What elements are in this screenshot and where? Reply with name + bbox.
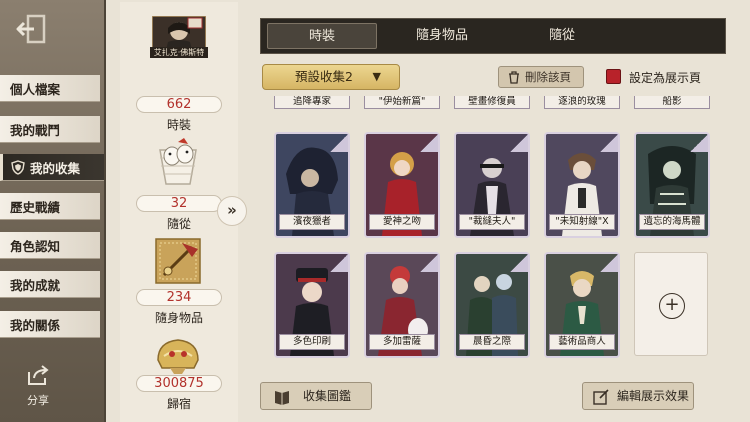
sidebar-item-history[interactable]: 歷史戰績 (0, 193, 100, 220)
book-icon (275, 391, 289, 405)
accessory-count-label: 隨身物品 (154, 311, 203, 325)
edit-showcase-button[interactable]: 編輯展示效果 (582, 382, 694, 410)
card-corner (600, 254, 618, 272)
card-name-partial[interactable]: 壁畫修復員 (454, 96, 530, 109)
card-corner (510, 254, 528, 272)
sidebar-item-relations[interactable]: 我的關係 (0, 311, 100, 338)
costume-card[interactable]: "裁縫夫人" (454, 132, 530, 238)
card-name: "裁縫夫人" (459, 214, 525, 230)
home-count: 300875 (136, 375, 222, 392)
card-corner (420, 134, 438, 152)
card-corner (330, 254, 348, 272)
tab-bar: 時裝 隨身物品 隨從 (260, 18, 726, 54)
collection-gallery-button[interactable]: 收集圖鑑 (260, 382, 372, 410)
shield-icon (11, 159, 25, 175)
sidebar-item-profile[interactable]: 個人檔案 (0, 75, 100, 102)
costume-count: 662 (136, 96, 222, 113)
costume-card[interactable]: 藝術品商人 (544, 252, 620, 358)
trash-icon (509, 71, 519, 84)
sidebar-item-label: 個人檔案 (10, 81, 61, 97)
card-name: 遺忘的海馬體 (639, 214, 705, 230)
costume-grid: 追降專家 "伊始新篇" 壁畫修復員 逐浪的玫瑰 船影 濱夜獵者 愛神之吻 "裁縫… (260, 96, 730, 368)
sidebar-item-label: 我的成就 (10, 277, 61, 293)
card-name-partial[interactable]: 追降專家 (274, 96, 350, 109)
card-name: 愛神之吻 (369, 214, 435, 230)
tab-costumes[interactable]: 時裝 (267, 23, 377, 49)
tab-accessories[interactable]: 隨身物品 (387, 23, 497, 49)
pet-icon (152, 136, 204, 188)
sidebar: 個人檔案 我的戰鬥 我的收集 歷史戰績 角色認知 我的成就 我的關係 分享 (0, 0, 106, 422)
showcase-checkbox[interactable] (606, 69, 621, 84)
share-label: 分享 (27, 394, 49, 407)
card-name-partial[interactable]: 船影 (634, 96, 710, 109)
tab-pets[interactable]: 隨從 (507, 23, 617, 49)
edit-icon (593, 389, 609, 405)
accessory-icon (152, 235, 204, 287)
edit-label: 編輯展示效果 (617, 389, 690, 403)
sidebar-item-label: 我的戰鬥 (10, 122, 61, 138)
card-name: 藝術品商人 (549, 334, 615, 350)
sidebar-item-label: 歷史戰績 (10, 199, 61, 215)
exit-icon[interactable] (14, 12, 50, 48)
sidebar-item-label: 我的收集 (30, 160, 81, 176)
chevron-down-icon: ▼ (372, 70, 381, 83)
card-corner (420, 254, 438, 272)
costume-card[interactable]: 多色印刷 (274, 252, 350, 358)
costume-card[interactable]: "未知射線"X (544, 132, 620, 238)
sidebar-item-collection[interactable]: 我的收集 (0, 154, 104, 181)
sidebar-item-label: 角色認知 (10, 238, 61, 254)
delete-page-label: 刪除該頁 (525, 70, 571, 84)
card-name: 晨昏之際 (459, 334, 525, 350)
costume-card[interactable]: 多加雷薩 (364, 252, 440, 358)
sidebar-item-battles[interactable]: 我的戰鬥 (0, 116, 100, 143)
plus-icon: + (659, 293, 685, 319)
card-name: 濱夜獵者 (279, 214, 345, 230)
card-name-partial[interactable]: 逐浪的玫瑰 (544, 96, 620, 109)
preset-label: 預設收集2 (295, 69, 353, 84)
sidebar-item-character-recognition[interactable]: 角色認知 (0, 232, 100, 259)
pet-count: 32 (136, 195, 222, 212)
delete-page-button[interactable]: 刪除該頁 (498, 66, 584, 88)
card-name: "未知射線"X (549, 214, 615, 230)
collection-panel: 時裝 隨身物品 隨從 預設收集2 ▼ 刪除該頁 設定為展示頁 追降專家 "伊始新… (252, 0, 750, 422)
costume-card[interactable]: 遺忘的海馬體 (634, 132, 710, 238)
costume-count-label: 時裝 (166, 118, 191, 132)
showcase-label: 設定為展示頁 (629, 71, 702, 85)
card-corner (330, 134, 348, 152)
gallery-label: 收集圖鑑 (303, 389, 352, 403)
expand-icon[interactable]: » (217, 196, 247, 226)
costume-card[interactable]: 濱夜獵者 (274, 132, 350, 238)
card-corner (600, 134, 618, 152)
card-corner (510, 134, 528, 152)
home-count-label: 歸宿 (166, 397, 191, 411)
character-name: 艾扎克·佛斯特 (150, 47, 208, 58)
accessory-count: 234 (136, 289, 222, 306)
add-costume-slot[interactable]: + (634, 252, 708, 356)
sidebar-item-achievements[interactable]: 我的成就 (0, 271, 100, 298)
card-name: 多色印刷 (279, 334, 345, 350)
costume-card[interactable]: 晨昏之際 (454, 252, 530, 358)
sidebar-item-label: 我的關係 (10, 317, 61, 333)
costume-card[interactable]: 愛神之吻 (364, 132, 440, 238)
card-corner (690, 134, 708, 152)
share-button[interactable]: 分享 (18, 364, 58, 408)
card-name-partial[interactable]: "伊始新篇" (364, 96, 440, 109)
share-icon (28, 365, 49, 385)
card-name: 多加雷薩 (369, 334, 435, 350)
preset-dropdown[interactable]: 預設收集2 ▼ (262, 64, 400, 90)
